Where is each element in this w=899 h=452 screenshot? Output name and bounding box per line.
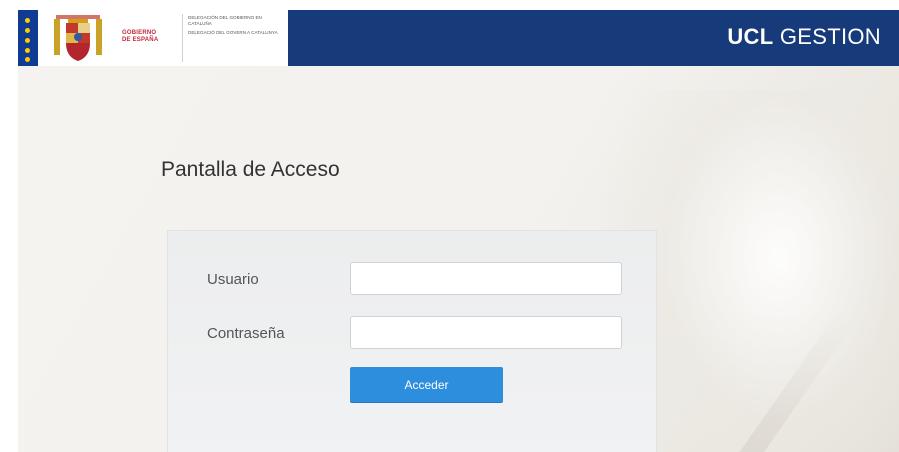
login-panel: Usuario Contraseña Acceder bbox=[167, 230, 657, 452]
government-name: GOBIERNO DE ESPAÑA bbox=[122, 30, 159, 43]
eu-flag-icon bbox=[18, 10, 38, 66]
government-logo: GOBIERNO DE ESPAÑA DELEGACIÓN DEL GOBIER… bbox=[18, 10, 288, 66]
login-button[interactable]: Acceder bbox=[350, 367, 503, 402]
page-frame: GOBIERNO DE ESPAÑA DELEGACIÓN DEL GOBIER… bbox=[18, 10, 899, 452]
app-brand: UCL GESTION bbox=[727, 24, 881, 49]
username-input[interactable] bbox=[350, 262, 622, 295]
spain-coat-of-arms-icon bbox=[54, 15, 102, 61]
logo-divider bbox=[182, 14, 183, 62]
password-input[interactable] bbox=[350, 316, 622, 349]
page-title: Pantalla de Acceso bbox=[161, 158, 340, 181]
header-bar: GOBIERNO DE ESPAÑA DELEGACIÓN DEL GOBIER… bbox=[18, 10, 899, 66]
delegation-name: DELEGACIÓN DEL GOBIERNO EN CATALUÑA DELE… bbox=[188, 15, 278, 35]
password-label: Contraseña bbox=[207, 325, 285, 342]
username-label: Usuario bbox=[207, 271, 259, 288]
